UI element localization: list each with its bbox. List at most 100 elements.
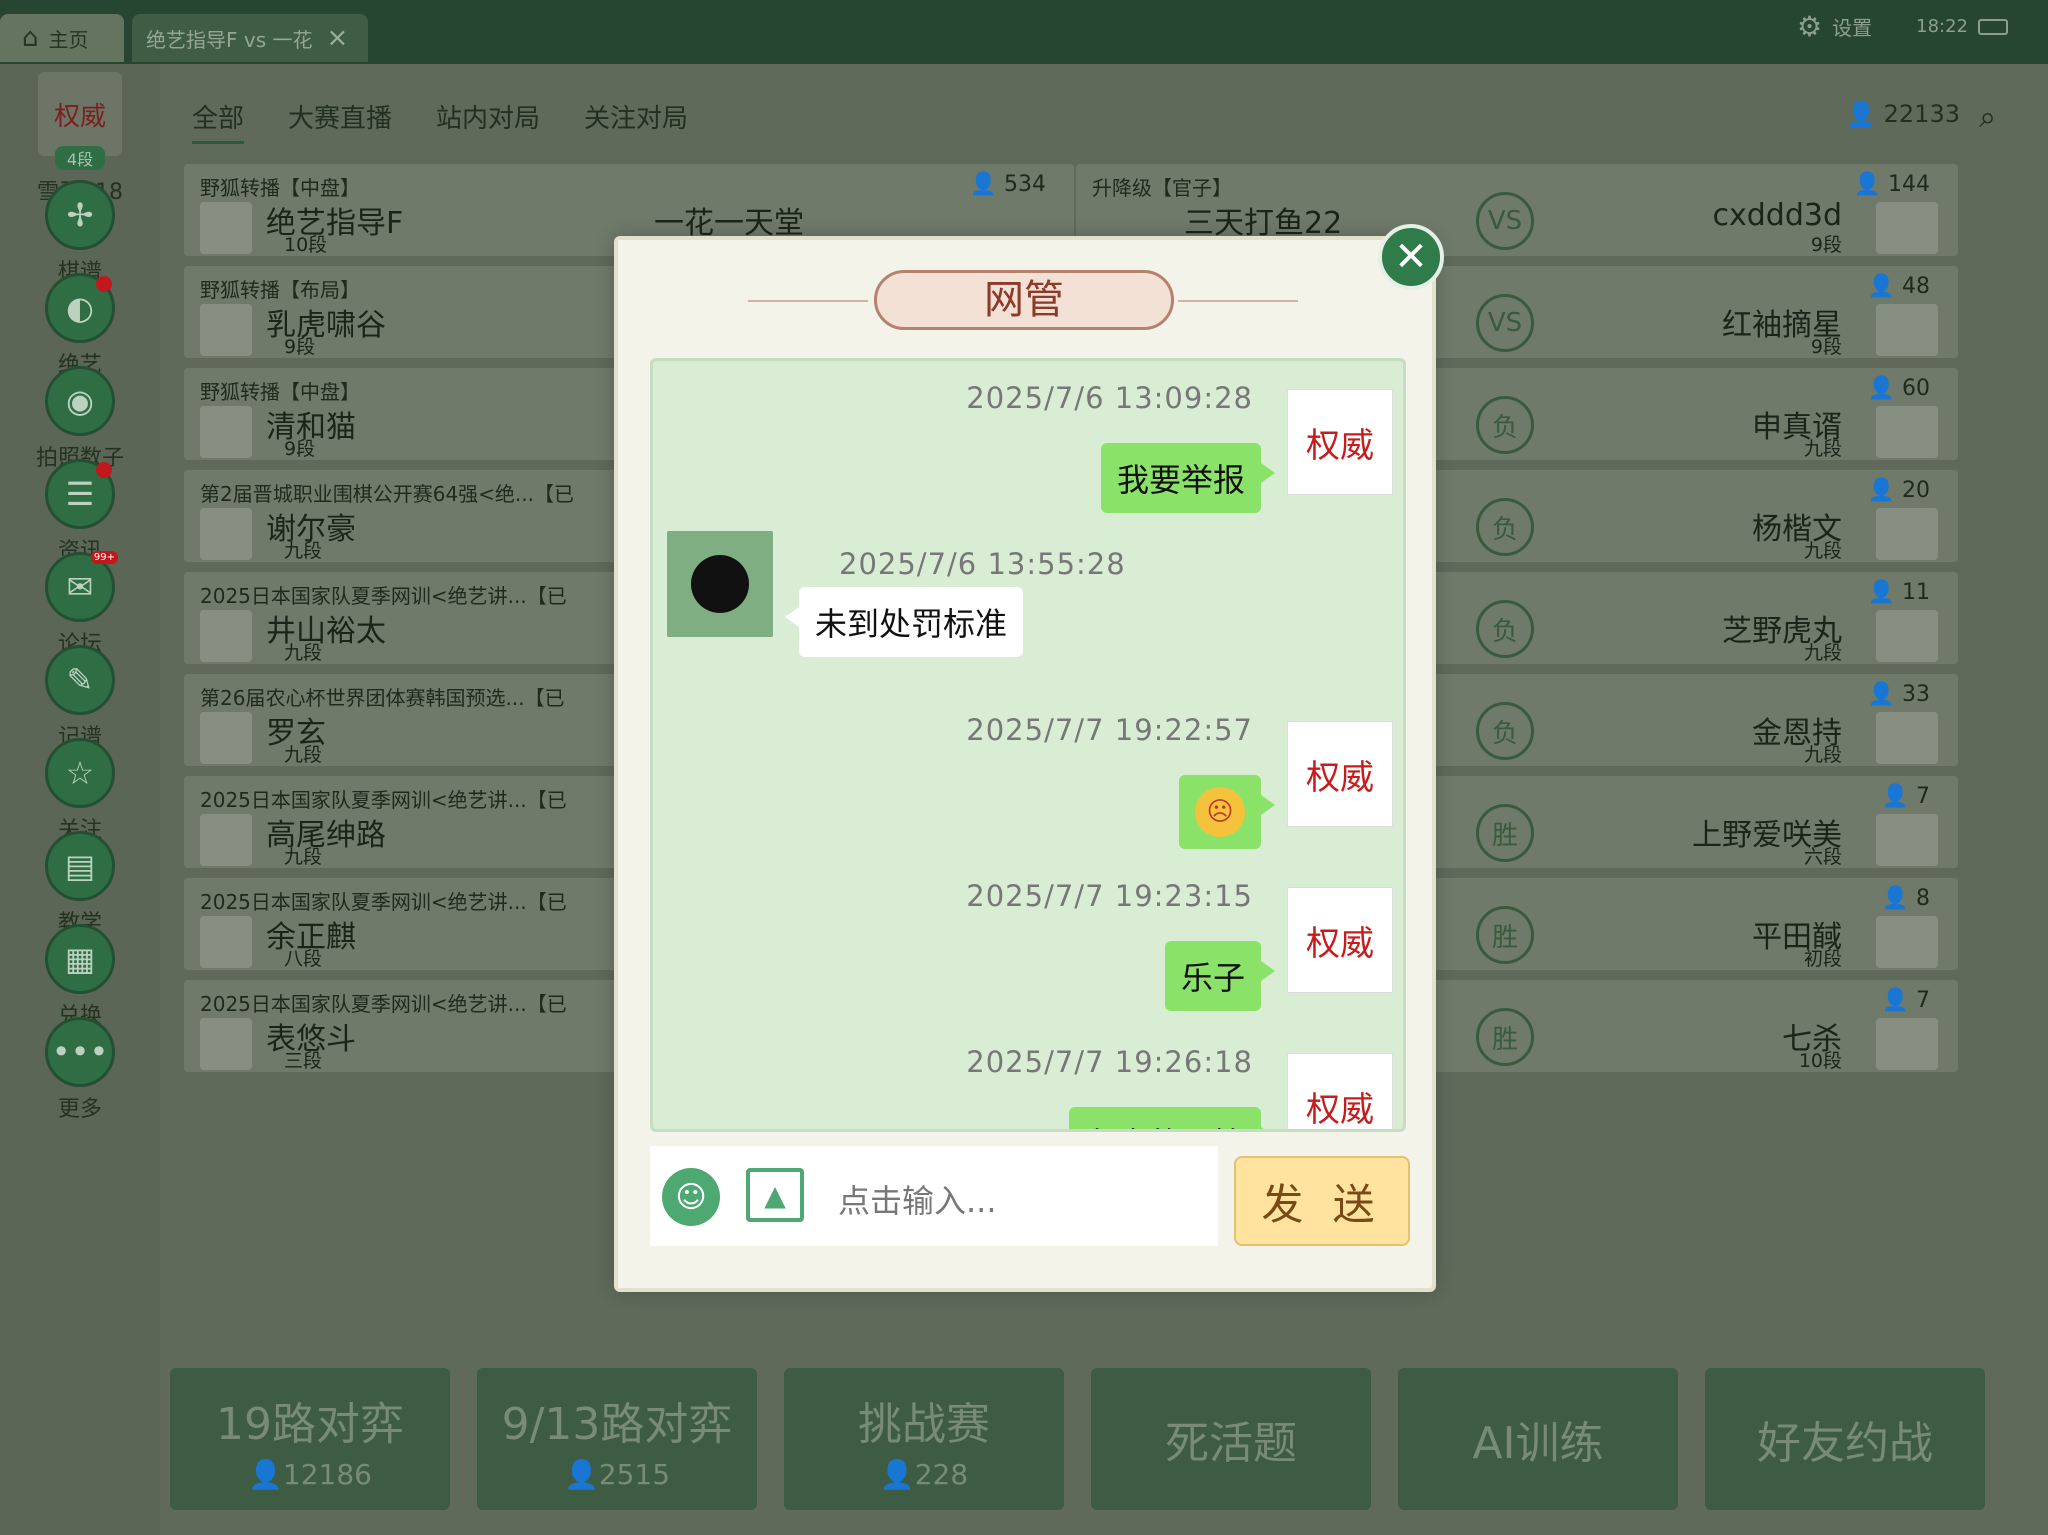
- mode-button-1[interactable]: 9/13路对弈 👤2515: [477, 1368, 757, 1510]
- game-header: 第2届晋城职业围棋公开赛64强<绝...【已: [200, 482, 575, 506]
- mode-button-label: 死活题: [1165, 1418, 1297, 1469]
- message-bubble: 我要举报: [1100, 443, 1276, 513]
- viewer-count: 👤 7: [1881, 988, 1930, 1013]
- mode-button-4[interactable]: AI训练: [1398, 1368, 1678, 1510]
- sidebar-item-3[interactable]: ☰资讯: [0, 459, 160, 565]
- result-mark: 负: [1476, 498, 1534, 556]
- player-avatar: [1876, 508, 1938, 560]
- player-avatar: [200, 712, 252, 764]
- send-button[interactable]: 发 送: [1234, 1156, 1410, 1246]
- viewer-count: 👤 33: [1867, 682, 1930, 707]
- mode-button-label: 19路对弈: [216, 1398, 404, 1450]
- sidebar-item-4[interactable]: ✉99+论坛: [0, 551, 160, 658]
- black-player-rank: 八段: [284, 948, 323, 970]
- shop-icon: ▦: [45, 924, 115, 994]
- sidebar-item-9[interactable]: ••• 更多: [0, 1017, 160, 1123]
- black-player-rank: 三段: [284, 1050, 323, 1072]
- white-player-rank: 9段: [1810, 234, 1842, 256]
- game-header: 第26届农心杯世界团体赛韩国预选...【已: [200, 686, 565, 710]
- chat-history[interactable]: 2025/7/6 13:09:28 权威 我要举报 2025/7/6 13:55:28…: [650, 358, 1406, 1132]
- white-player-rank: 九段: [1803, 744, 1842, 766]
- message-timestamp: 2025/7/6 13:09:28: [966, 381, 1253, 415]
- viewer-count: 👤 534: [969, 172, 1046, 197]
- tab-game-label: 绝艺指导F vs 一花: [146, 27, 313, 52]
- close-dialog-button[interactable]: ✕: [1378, 224, 1444, 290]
- avatar[interactable]: 权威: [38, 72, 122, 156]
- filter-tab-3[interactable]: 关注对局: [584, 98, 688, 144]
- black-player-rank: 10段: [284, 234, 328, 256]
- game-header: 野狐转播【中盘】: [200, 176, 360, 200]
- sidebar-item-0[interactable]: ✢棋谱: [0, 180, 160, 286]
- viewer-count: 👤 8: [1881, 886, 1930, 911]
- player-avatar: [200, 508, 252, 560]
- battery-icon: [1978, 18, 2008, 35]
- forum-icon: ✉ 99+: [45, 551, 118, 622]
- image-button[interactable]: ▲: [746, 1168, 804, 1222]
- filter-tab-1[interactable]: 大赛直播: [288, 98, 392, 144]
- gear-icon[interactable]: ⚙: [1797, 10, 1822, 43]
- mode-button-0[interactable]: 19路对弈 👤12186: [170, 1368, 450, 1510]
- game-header: 2025日本国家队夏季网训<绝艺讲...【已: [200, 992, 567, 1016]
- result-mark: 胜: [1476, 804, 1534, 862]
- sidebar-item-1[interactable]: ◐绝艺: [0, 273, 160, 379]
- board-icon: ✢: [45, 180, 115, 250]
- viewer-count: 👤 11: [1867, 580, 1930, 605]
- tab-game[interactable]: 绝艺指导F vs 一花 ×: [132, 14, 368, 62]
- sidebar-item-label: 更多: [57, 1097, 102, 1122]
- viewer-count: 👤 20: [1867, 478, 1930, 503]
- message-timestamp: 2025/7/7 19:26:18: [966, 1045, 1253, 1079]
- player-avatar: [1876, 610, 1938, 662]
- result-mark: 胜: [1476, 1008, 1534, 1066]
- white-player-rank: 9段: [1810, 336, 1842, 358]
- game-header: 2025日本国家队夏季网训<绝艺讲...【已: [200, 584, 567, 608]
- message-bubble: 负责的网管: [1068, 1107, 1276, 1129]
- viewer-count: 👤 144: [1853, 172, 1930, 197]
- sidebar-item-6[interactable]: ☆关注: [0, 738, 160, 844]
- sidebar: 权威 4段 雪王918 ✢棋谱◐绝艺◉拍照数子☰资讯✉99+论坛✎记谱☆关注▤教…: [0, 64, 160, 1535]
- viewer-count: 👤 7: [1881, 784, 1930, 809]
- close-tab-icon[interactable]: ×: [326, 23, 348, 53]
- message-bubble: 乐子: [1164, 941, 1276, 1011]
- emoji-button[interactable]: ☺: [662, 1168, 720, 1226]
- receiver-avatar: [667, 531, 773, 637]
- online-count-value: 22133: [1883, 100, 1960, 128]
- filter-tab-2[interactable]: 站内对局: [436, 98, 540, 144]
- tab-home-label: 主页: [48, 27, 89, 52]
- user-rank-badge: 4段: [54, 146, 106, 170]
- player-avatar: [1876, 406, 1938, 458]
- message-text: 负责的网管: [1085, 1125, 1245, 1129]
- game-header: 升降级【官子】: [1092, 176, 1232, 200]
- result-mark: 负: [1476, 600, 1534, 658]
- mode-button-2[interactable]: 挑战赛 👤228: [784, 1368, 1064, 1510]
- status-area: ⚙ 设置 18:22: [1797, 10, 2008, 43]
- mode-button-5[interactable]: 好友约战: [1705, 1368, 1985, 1510]
- player-avatar: [200, 610, 252, 662]
- viewer-count: 👤 48: [1867, 274, 1930, 299]
- player-avatar: [200, 916, 252, 968]
- search-icon[interactable]: ⌕: [1979, 100, 1996, 135]
- sidebar-item-7[interactable]: ▤教学: [0, 831, 160, 937]
- white-player-name: cxddd3d: [1712, 198, 1842, 233]
- mode-button-label: AI训练: [1472, 1418, 1604, 1469]
- mode-button-3[interactable]: 死活题: [1091, 1368, 1371, 1510]
- player-avatar: [200, 202, 252, 254]
- tab-home[interactable]: ⌂ 主页: [0, 14, 124, 62]
- notification-dot: [96, 276, 112, 292]
- settings-label[interactable]: 设置: [1832, 12, 1872, 41]
- message-text: 未到处罚标准: [815, 605, 1008, 643]
- title-decoration-right: [1178, 300, 1298, 302]
- result-mark: VS: [1476, 294, 1534, 352]
- result-mark: VS: [1476, 192, 1534, 250]
- black-player-rank: 9段: [284, 438, 316, 460]
- mode-player-count: 👤2515: [563, 1457, 671, 1491]
- filter-tab-0[interactable]: 全部: [192, 98, 245, 144]
- camera-icon: ◉: [45, 366, 115, 436]
- angry-face-icon: ☹: [1195, 787, 1245, 837]
- message-timestamp: 2025/7/6 13:55:28: [839, 547, 1126, 581]
- sidebar-item-5[interactable]: ✎记谱: [0, 645, 160, 751]
- player-avatar: [200, 1018, 252, 1070]
- sidebar-item-8[interactable]: ▦兑换: [0, 924, 160, 1030]
- message-input[interactable]: 点击输入...: [838, 1176, 997, 1222]
- sidebar-item-2[interactable]: ◉拍照数子: [0, 366, 160, 472]
- game-header: 2025日本国家队夏季网训<绝艺讲...【已: [200, 890, 567, 914]
